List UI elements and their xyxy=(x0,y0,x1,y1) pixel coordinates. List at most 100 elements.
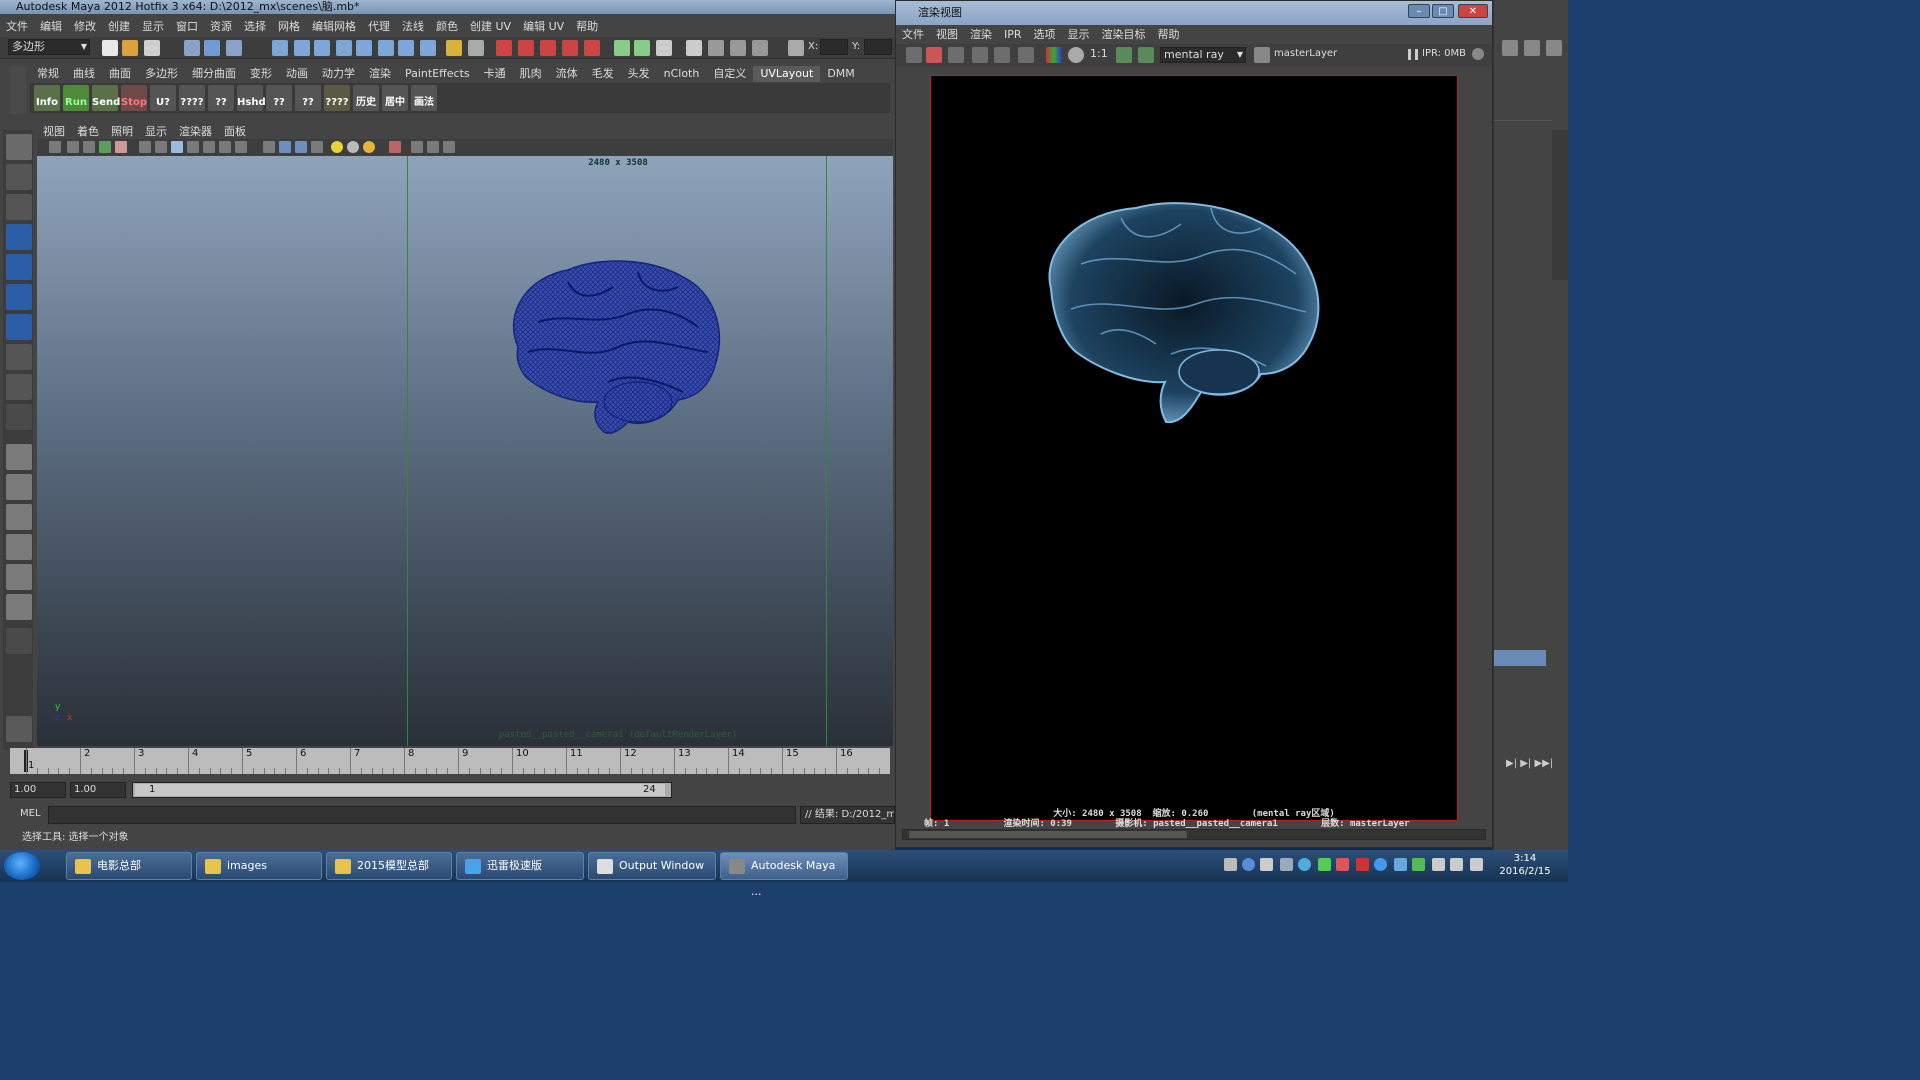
paint-select-tool-icon[interactable] xyxy=(6,194,32,220)
tab-shelf-subdivs[interactable]: 细分曲面 xyxy=(185,66,243,82)
select-component-icon[interactable] xyxy=(226,40,242,56)
safe-action-icon[interactable] xyxy=(219,141,231,153)
panel-menu-lighting[interactable]: 照明 xyxy=(105,124,139,139)
taskbar-item-images[interactable]: images xyxy=(196,852,322,880)
pause-ipr-icon[interactable] xyxy=(1408,49,1418,60)
tab-shelf-fur[interactable]: 毛发 xyxy=(585,66,621,82)
tab-shelf-deformation[interactable]: 变形 xyxy=(243,66,279,82)
renderer-select[interactable]: mental ray ▼ xyxy=(1160,47,1246,63)
menu-assets[interactable]: 资源 xyxy=(204,18,238,36)
tab-shelf-dynamics[interactable]: 动力学 xyxy=(315,66,362,82)
taskbar-item-thunder[interactable]: 迅雷极速版 xyxy=(456,852,584,880)
render-layer-label[interactable]: masterLayer xyxy=(1274,48,1337,59)
shelf-button-center[interactable]: 居中 xyxy=(382,85,408,111)
antivirus-icon[interactable] xyxy=(1336,858,1349,871)
shelf-button-script-5[interactable]: ???? xyxy=(324,85,350,111)
safe-title-icon[interactable] xyxy=(235,141,247,153)
universal-manipulator-icon[interactable] xyxy=(6,314,32,340)
refresh-icon[interactable] xyxy=(994,47,1010,63)
speaker-icon[interactable] xyxy=(1470,858,1483,871)
rv-menu-display[interactable]: 显示 xyxy=(1062,27,1096,43)
taskbar-item-dianying[interactable]: 电影总部 xyxy=(66,852,192,880)
playback-controls[interactable]: ▶| ▶| ▶▶| xyxy=(1506,758,1562,770)
maximize-button[interactable]: □ xyxy=(1432,4,1454,18)
help-icon[interactable] xyxy=(420,40,436,56)
panel-menu-renderer[interactable]: 渲染器 xyxy=(173,124,218,139)
channel-box-toggle-icon[interactable] xyxy=(1502,40,1518,56)
render-settings-icon[interactable] xyxy=(1018,47,1034,63)
perspective-viewport[interactable]: 2480 x 3508 pasted__pasted__camera1 (def… xyxy=(37,156,893,746)
transform-field-icon[interactable] xyxy=(788,40,804,56)
outliner-perspective-layout-icon[interactable] xyxy=(6,504,32,530)
rv-menu-help[interactable]: 帮助 xyxy=(1152,27,1186,43)
rotate-tool-icon[interactable] xyxy=(6,254,32,280)
hypershade-perspective-layout-icon[interactable] xyxy=(6,564,32,590)
bookmarks-icon[interactable] xyxy=(83,141,95,153)
tab-shelf-dmm[interactable]: DMM xyxy=(820,66,861,82)
shelf-button-script-2[interactable]: ?? xyxy=(208,85,234,111)
taskbar-item-output-window[interactable]: Output Window xyxy=(588,852,716,880)
soft-modification-icon[interactable] xyxy=(6,344,32,370)
attribute-editor-toggle-icon[interactable] xyxy=(1524,40,1540,56)
shelf-button-script-3[interactable]: ?? xyxy=(266,85,292,111)
render-image-canvas[interactable] xyxy=(930,75,1458,821)
xray-joints-icon[interactable] xyxy=(411,141,423,153)
x-field[interactable] xyxy=(820,39,848,55)
wireframe-brain-model[interactable] xyxy=(498,252,728,442)
menu-file[interactable]: 文件 xyxy=(0,18,34,36)
scrollbar-thumb[interactable] xyxy=(909,831,1187,838)
input-ops-icon[interactable] xyxy=(378,40,394,56)
outliner-icon[interactable] xyxy=(730,40,746,56)
display-icon[interactable] xyxy=(1450,858,1463,871)
last-tool-icon[interactable] xyxy=(6,404,32,430)
taskbar-item-model[interactable]: 2015模型总部 xyxy=(326,852,452,880)
select-hierarchy-icon[interactable] xyxy=(184,40,200,56)
close-button[interactable]: ✕ xyxy=(1458,4,1488,18)
render-region-icon[interactable] xyxy=(972,47,988,63)
menu-edit-mesh[interactable]: 编辑网格 xyxy=(306,18,362,36)
shadows-icon[interactable] xyxy=(363,141,375,153)
snap-grid-icon[interactable] xyxy=(272,40,288,56)
move-tool-icon[interactable] xyxy=(6,224,32,250)
field-chart-icon[interactable] xyxy=(203,141,215,153)
scale-tool-icon[interactable] xyxy=(6,284,32,310)
rv-menu-render-target[interactable]: 渲染目标 xyxy=(1096,27,1152,43)
shelf-button-script-1[interactable]: ???? xyxy=(179,85,205,111)
tab-shelf-uvlayout[interactable]: UVLayout xyxy=(753,66,821,82)
range-bar-handle[interactable]: 1 24 xyxy=(135,784,665,796)
keep-image-icon[interactable] xyxy=(1116,47,1132,63)
open-scene-icon[interactable] xyxy=(122,40,138,56)
mel-command-input[interactable] xyxy=(48,806,796,824)
range-bar[interactable]: 1 24 xyxy=(132,782,672,798)
render-settings-icon[interactable] xyxy=(540,40,556,56)
tab-shelf-fluids[interactable]: 流体 xyxy=(549,66,585,82)
panel-menu-panels[interactable]: 面板 xyxy=(218,124,252,139)
snap-curve-icon[interactable] xyxy=(294,40,310,56)
lock-icon[interactable] xyxy=(446,40,462,56)
taskbar-item-maya[interactable]: Autodesk Maya ... xyxy=(720,852,848,898)
output-ops-icon[interactable] xyxy=(398,40,414,56)
shelf-button-stop[interactable]: Stop xyxy=(121,85,147,111)
render-layer-icon[interactable] xyxy=(1254,47,1270,63)
wechat-icon[interactable] xyxy=(1318,858,1331,871)
select-camera-icon[interactable] xyxy=(49,141,61,153)
graph-perspective-layout-icon[interactable] xyxy=(6,534,32,560)
smooth-shading-icon[interactable] xyxy=(279,141,291,153)
wireframe-shading-icon[interactable] xyxy=(263,141,275,153)
xray-active-icon[interactable] xyxy=(427,141,439,153)
system-clock[interactable]: 3:14 2016/2/15 xyxy=(1490,852,1560,878)
select-object-icon[interactable] xyxy=(204,40,220,56)
shelf-button-u[interactable]: U? xyxy=(150,85,176,111)
menu-modify[interactable]: 修改 xyxy=(68,18,102,36)
toolbox-options-icon[interactable] xyxy=(6,628,32,654)
render-current-icon[interactable] xyxy=(468,40,484,56)
menu-help[interactable]: 帮助 xyxy=(570,18,604,36)
rv-menu-render[interactable]: 渲染 xyxy=(964,27,998,43)
playback-start-field[interactable]: 1.00 xyxy=(70,782,126,798)
tab-shelf-animation[interactable]: 动画 xyxy=(279,66,315,82)
render-frame-icon[interactable] xyxy=(496,40,512,56)
grid-toggle-icon[interactable] xyxy=(139,141,151,153)
shelf-options-handle[interactable] xyxy=(10,66,26,114)
menu-edit-uv[interactable]: 编辑 UV xyxy=(517,18,570,36)
snap-point-icon[interactable] xyxy=(314,40,330,56)
